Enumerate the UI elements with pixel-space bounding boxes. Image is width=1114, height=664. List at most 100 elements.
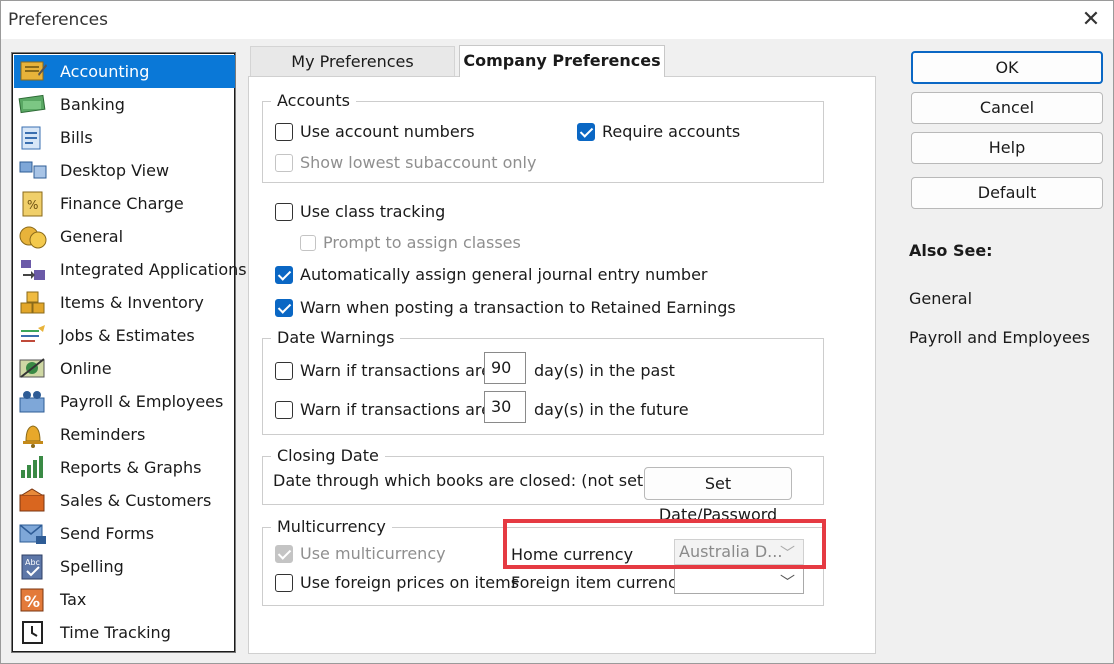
svg-text:Abc: Abc <box>25 558 40 567</box>
auto-journal-number-checkbox[interactable]: Automatically assign general journal ent… <box>275 265 708 284</box>
sidebar-item-tax[interactable]: % Tax <box>14 583 235 616</box>
checkbox-box[interactable] <box>577 122 595 141</box>
sidebar-item-desktop-view[interactable]: Desktop View <box>14 154 235 187</box>
multicurrency-group: Multicurrency Use multicurrency Use fore… <box>262 517 824 606</box>
company-preferences-panel: Accounts Use account numbers Require acc… <box>248 76 876 654</box>
also-see-title: Also See: <box>909 241 993 260</box>
sidebar-item-banking[interactable]: Banking <box>14 88 235 121</box>
past-days-input[interactable]: 90 <box>484 352 526 384</box>
sidebar-item-items-inventory[interactable]: Items & Inventory <box>14 286 235 319</box>
sidebar-item-label: Online <box>60 359 112 378</box>
sidebar-item-general[interactable]: General <box>14 220 235 253</box>
checkbox-box[interactable] <box>275 122 293 141</box>
use-multicurrency-checkbox[interactable]: Use multicurrency <box>275 544 446 563</box>
checkbox-label: Use foreign prices on items <box>300 573 520 592</box>
sidebar-item-payroll-employees[interactable]: Payroll & Employees <box>14 385 235 418</box>
sidebar-item-sales-customers[interactable]: Sales & Customers <box>14 484 235 517</box>
reminders-icon <box>23 425 43 448</box>
sidebar-item-finance-charge[interactable]: % Finance Charge <box>14 187 235 220</box>
home-currency-select[interactable]: Australia D... ﹀ <box>674 539 804 565</box>
sidebar-item-integrated-applications[interactable]: Integrated Applications <box>14 253 247 286</box>
help-button[interactable]: Help <box>911 132 1103 164</box>
default-button[interactable]: Default <box>911 177 1103 209</box>
also-see-link-general[interactable]: General <box>909 289 972 308</box>
checkbox-label: Prompt to assign classes <box>323 233 521 252</box>
checkbox-label: Warn if transactions are <box>300 361 491 380</box>
sidebar-item-label: Sales & Customers <box>60 491 212 510</box>
ok-button[interactable]: OK <box>911 51 1103 84</box>
checkbox-box[interactable] <box>275 400 293 419</box>
preferences-window: Preferences ✕ Accounting Banking Bills D… <box>0 0 1114 664</box>
checkbox-box[interactable] <box>300 234 316 251</box>
use-class-tracking-checkbox[interactable]: Use class tracking <box>275 202 445 221</box>
tab-company-preferences[interactable]: Company Preferences <box>459 45 665 77</box>
set-date-password-button[interactable]: Set Date/Password <box>644 467 792 524</box>
warn-future-checkbox[interactable]: Warn if transactions are <box>275 400 491 419</box>
sidebar-item-jobs-estimates[interactable]: Jobs & Estimates <box>14 319 235 352</box>
close-icon[interactable]: ✕ <box>1077 7 1105 33</box>
general-icon <box>19 226 47 249</box>
select-value: Australia D... <box>679 542 783 561</box>
sidebar-item-online[interactable]: Online <box>14 352 235 385</box>
cancel-button[interactable]: Cancel <box>911 92 1103 124</box>
use-account-numbers-checkbox[interactable]: Use account numbers <box>275 122 475 141</box>
tax-icon: % <box>20 588 44 612</box>
checkbox-box[interactable] <box>275 573 293 592</box>
accounts-group: Accounts Use account numbers Require acc… <box>262 91 824 183</box>
preferences-category-list[interactable]: Accounting Banking Bills Desktop View % … <box>11 52 247 653</box>
sidebar-item-reminders[interactable]: Reminders <box>14 418 235 451</box>
sidebar-item-bills[interactable]: Bills <box>14 121 235 154</box>
desktop-view-icon <box>19 161 47 179</box>
show-lowest-subaccount-checkbox[interactable]: Show lowest subaccount only <box>275 153 536 172</box>
closing-date-group: Closing Date Date through which books ar… <box>262 446 824 524</box>
online-icon <box>19 358 45 378</box>
checkbox-label: Automatically assign general journal ent… <box>300 265 708 284</box>
jobs-estimates-icon <box>21 325 45 342</box>
past-days-suffix: day(s) in the past <box>534 361 675 380</box>
foreign-item-currency-label: Foreign item currency <box>511 573 687 592</box>
tab-my-preferences[interactable]: My Preferences <box>250 46 455 76</box>
also-see-link-payroll[interactable]: Payroll and Employees <box>909 328 1090 347</box>
title-bar: Preferences ✕ <box>1 1 1113 39</box>
warn-retained-earnings-checkbox[interactable]: Warn when posting a transaction to Retai… <box>275 298 736 317</box>
banking-icon <box>18 94 46 114</box>
checkbox-box[interactable] <box>275 265 293 284</box>
sidebar-item-label: Time Tracking <box>60 623 171 642</box>
require-accounts-checkbox[interactable]: Require accounts <box>577 122 740 141</box>
sidebar-item-label: General <box>60 227 124 246</box>
prompt-assign-classes-checkbox[interactable]: Prompt to assign classes <box>300 233 521 252</box>
bills-icon <box>21 126 41 150</box>
sidebar-item-time-tracking[interactable]: Time Tracking <box>14 616 235 649</box>
integrated-applications-icon <box>21 260 45 280</box>
future-days-suffix: day(s) in the future <box>534 400 689 419</box>
future-days-input[interactable]: 30 <box>484 391 526 423</box>
items-inventory-icon <box>20 291 45 314</box>
checkbox-box[interactable] <box>275 298 293 317</box>
checkbox-label: Use multicurrency <box>300 544 446 563</box>
spelling-icon: Abc <box>21 554 43 580</box>
chevron-down-icon: ﹀ <box>779 544 795 562</box>
checkbox-box[interactable] <box>275 361 293 380</box>
sidebar-item-label: Items & Inventory <box>60 293 204 312</box>
time-tracking-icon <box>22 621 43 644</box>
checkbox-box[interactable] <box>275 202 293 221</box>
use-foreign-prices-checkbox[interactable]: Use foreign prices on items <box>275 573 519 592</box>
sidebar-item-accounting[interactable]: Accounting <box>14 55 235 88</box>
payroll-employees-icon <box>19 391 45 413</box>
chevron-down-icon: ﹀ <box>779 573 795 591</box>
window-title: Preferences <box>8 10 108 30</box>
send-forms-icon <box>19 524 46 544</box>
finance-charge-icon: % <box>22 191 43 217</box>
sidebar-item-label: Integrated Applications <box>60 260 247 279</box>
sidebar-item-spelling[interactable]: Abc Spelling <box>14 550 235 583</box>
checkbox-label: Warn when posting a transaction to Retai… <box>300 298 736 317</box>
warn-past-checkbox[interactable]: Warn if transactions are <box>275 361 491 380</box>
sidebar-item-reports-graphs[interactable]: Reports & Graphs <box>14 451 235 484</box>
foreign-item-currency-select[interactable]: ﹀ <box>674 568 804 594</box>
checkbox-box[interactable] <box>275 153 293 172</box>
home-currency-label: Home currency <box>511 545 634 564</box>
checkbox-box[interactable] <box>275 544 293 563</box>
checkbox-label: Require accounts <box>602 122 741 141</box>
sidebar-item-send-forms[interactable]: Send Forms <box>14 517 235 550</box>
sidebar-item-label: Desktop View <box>60 161 170 180</box>
